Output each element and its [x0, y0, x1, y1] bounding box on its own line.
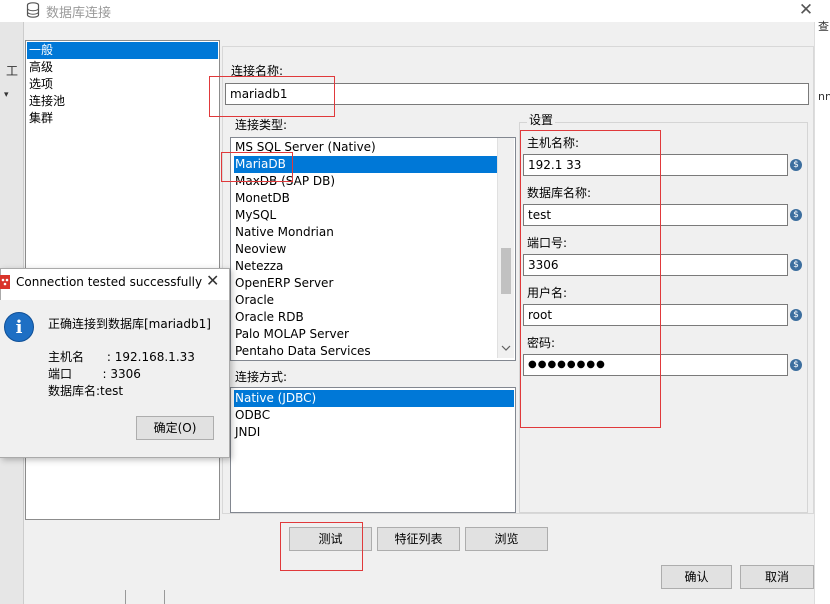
nav-item-pooling[interactable]: 连接池 — [27, 93, 218, 110]
list-item[interactable]: Netezza — [234, 258, 497, 275]
database-name-input[interactable]: test — [523, 204, 788, 226]
dialog-message: 正确连接到数据库[mariadb1] — [48, 317, 211, 331]
window-title: 数据库连接 — [46, 6, 112, 21]
port-input[interactable]: 3306 — [523, 254, 788, 276]
list-item[interactable]: Native (JDBC) — [234, 390, 514, 407]
explore-button[interactable]: 浏览 — [465, 527, 548, 551]
list-item[interactable]: OpenERP Server — [234, 275, 497, 292]
chevron-down-icon: ▾ — [4, 90, 9, 100]
background-label: nn — [818, 90, 830, 103]
host-label: 主机名称: — [527, 136, 580, 150]
list-item[interactable]: MariaDB — [234, 156, 497, 173]
nav-item-options[interactable]: 选项 — [27, 76, 218, 93]
port-label: 端口号: — [527, 236, 568, 250]
app-logo-icon — [0, 275, 10, 289]
host-input[interactable]: 192.1 33 — [523, 154, 788, 176]
background-label: 查 — [818, 20, 829, 33]
info-icon: i — [4, 312, 34, 342]
password-label: 密码: — [527, 336, 556, 350]
dialog-host-line: 主机名 : 192.168.1.33 — [48, 350, 195, 364]
variable-icon[interactable]: $ — [790, 359, 802, 371]
list-item[interactable]: Palo MOLAP Server — [234, 326, 497, 343]
list-item[interactable]: Neoview — [234, 241, 497, 258]
scrollbar[interactable] — [497, 138, 514, 358]
list-item[interactable]: MonetDB — [234, 190, 497, 207]
dialog-title: Connection tested successfully — [16, 275, 203, 289]
list-item[interactable]: MySQL — [234, 207, 497, 224]
nav-item-general[interactable]: 一般 — [27, 42, 218, 59]
close-icon[interactable]: ✕ — [796, 0, 816, 20]
nav-item-advanced[interactable]: 高级 — [27, 59, 218, 76]
database-icon — [26, 2, 40, 18]
list-item[interactable]: Pentaho Data Services — [234, 343, 497, 360]
feature-list-button[interactable]: 特征列表 — [377, 527, 460, 551]
scrollbar-thumb[interactable] — [501, 248, 511, 294]
connection-name-label: 连接名称: — [231, 64, 284, 78]
access-type-list[interactable]: Native (JDBC) ODBC JNDI — [230, 387, 516, 513]
title-bar — [0, 0, 830, 22]
nav-item-cluster[interactable]: 集群 — [27, 110, 218, 127]
connection-type-list[interactable]: MS SQL Server (Native) MariaDB MaxDB (SA… — [230, 137, 516, 361]
variable-icon[interactable]: $ — [790, 309, 802, 321]
background-app-right — [814, 22, 830, 604]
dialog-port-line: 端口 : 3306 — [48, 367, 141, 381]
variable-icon[interactable]: $ — [790, 209, 802, 221]
background-label: 工 — [6, 64, 19, 78]
connection-type-label: 连接类型: — [235, 118, 288, 132]
access-type-label: 连接方式: — [235, 370, 288, 384]
cancel-button[interactable]: 取消 — [740, 565, 814, 589]
list-item[interactable]: Native Mondrian — [234, 224, 497, 241]
close-icon[interactable]: ✕ — [206, 271, 219, 290]
list-item[interactable]: ODBC — [234, 407, 514, 424]
list-item[interactable]: MaxDB (SAP DB) — [234, 173, 497, 190]
settings-label: 设置 — [527, 111, 556, 128]
background-divider — [125, 590, 165, 604]
test-button[interactable]: 测试 — [289, 527, 372, 551]
list-item[interactable]: MS SQL Server (Native) — [234, 139, 497, 156]
variable-icon[interactable]: $ — [790, 159, 802, 171]
list-item[interactable]: JNDI — [234, 424, 514, 441]
chevron-down-icon[interactable] — [501, 344, 511, 352]
password-input[interactable]: ●●●●●●●● — [523, 354, 788, 376]
username-label: 用户名: — [527, 286, 568, 300]
dialog-db-line: 数据库名:test — [48, 384, 124, 398]
connection-name-input[interactable]: mariadb1 — [225, 83, 809, 105]
username-input[interactable]: root — [523, 304, 788, 326]
list-item[interactable]: Oracle — [234, 292, 497, 309]
database-name-label: 数据库名称: — [527, 186, 592, 200]
ok-button[interactable]: 确认 — [661, 565, 732, 589]
variable-icon[interactable]: $ — [790, 259, 802, 271]
list-item[interactable]: Oracle RDB — [234, 309, 497, 326]
dialog-ok-button[interactable]: 确定(O) — [136, 416, 214, 440]
